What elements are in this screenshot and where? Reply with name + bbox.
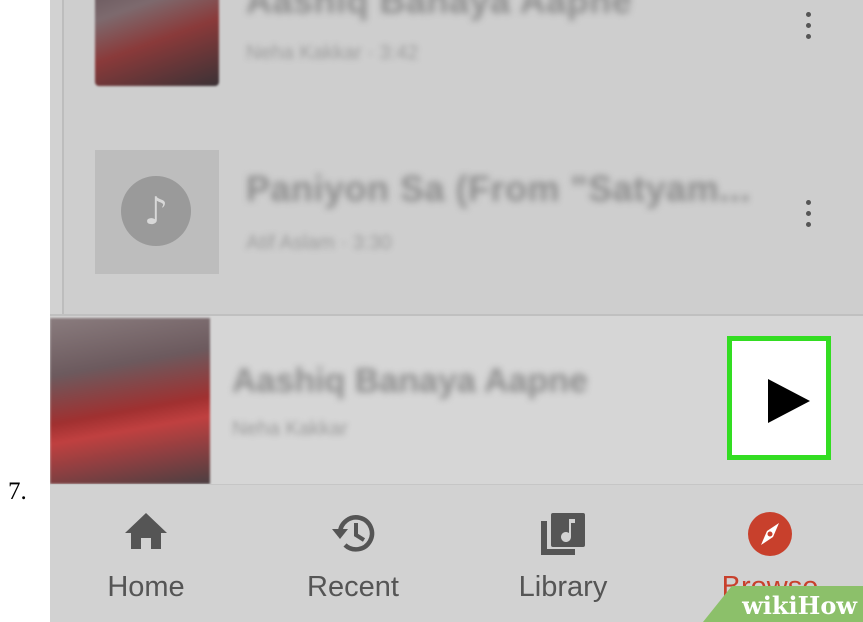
- song-subtitle: Atif Aslam · 3:30: [246, 232, 392, 254]
- song-subtitle: Neha Kakkar · 3:42: [246, 42, 419, 64]
- song-list: Aashiq Banaya Aapne Neha Kakkar · 3:42 ♪…: [62, 0, 863, 314]
- watermark-text: wikiHow: [742, 591, 857, 620]
- now-playing-album-art: [50, 318, 210, 484]
- nav-label: Library: [518, 571, 608, 603]
- nav-label: Recent: [307, 571, 399, 603]
- album-art: [95, 0, 219, 86]
- history-icon: [332, 515, 375, 552]
- library-icon: [541, 513, 585, 555]
- song-title: Paniyon Sa (From "Satyam...: [246, 168, 751, 209]
- phone-screen: Aashiq Banaya Aapne Neha Kakkar · 3:42 ♪…: [50, 0, 863, 622]
- mini-player[interactable]: Aashiq Banaya Aapne Neha Kakkar: [50, 314, 863, 484]
- more-options-icon[interactable]: [801, 200, 815, 233]
- list-item[interactable]: Aashiq Banaya Aapne Neha Kakkar · 3:42: [64, 0, 863, 110]
- play-button[interactable]: [727, 336, 831, 460]
- nav-home[interactable]: Home: [50, 485, 246, 622]
- nav-label: Home: [107, 571, 185, 603]
- home-icon: [125, 513, 167, 549]
- step-number: 7.: [8, 478, 27, 505]
- nav-library[interactable]: Library: [463, 485, 663, 622]
- list-item[interactable]: ♪ Paniyon Sa (From "Satyam... Atif Aslam…: [64, 140, 863, 280]
- nav-recent[interactable]: Recent: [253, 485, 453, 622]
- now-playing-artist: Neha Kakkar: [232, 418, 348, 440]
- music-note-icon: ♪: [121, 176, 191, 246]
- album-art-placeholder: ♪: [95, 150, 219, 274]
- more-options-icon[interactable]: [801, 12, 815, 45]
- play-icon: [768, 379, 810, 423]
- song-title: Aashiq Banaya Aapne: [246, 0, 633, 21]
- now-playing-title: Aashiq Banaya Aapne: [232, 362, 588, 400]
- compass-icon: [748, 512, 792, 556]
